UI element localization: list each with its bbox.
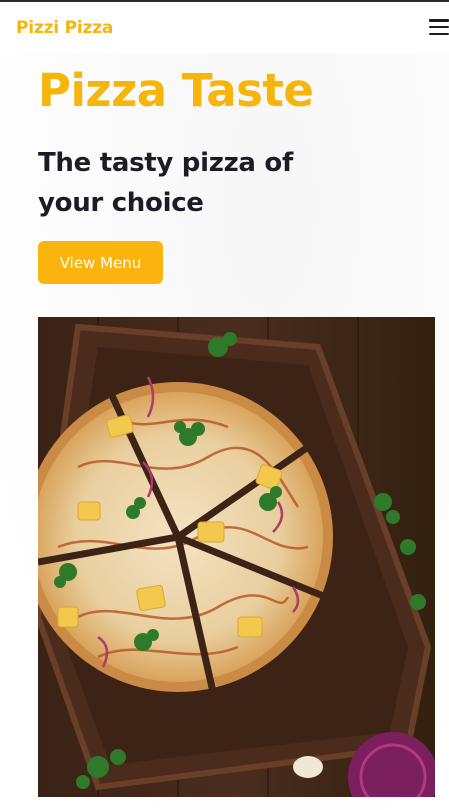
site-header: Pizzi Pizza	[0, 2, 449, 53]
pizza-illustration	[38, 317, 435, 797]
menu-bar	[429, 32, 449, 35]
pizza-image	[38, 317, 435, 797]
brand-logo[interactable]: Pizzi Pizza	[16, 18, 113, 38]
menu-bar	[429, 25, 449, 29]
hero-section: Pizza Taste The tasty pizza of your choi…	[0, 53, 449, 810]
view-menu-button[interactable]: View Menu	[38, 241, 163, 284]
menu-bar	[429, 19, 449, 22]
hero-title: Pizza Taste	[38, 64, 314, 117]
hero-subtitle: The tasty pizza of your choice	[38, 148, 293, 218]
hamburger-menu-icon[interactable]	[429, 17, 449, 37]
